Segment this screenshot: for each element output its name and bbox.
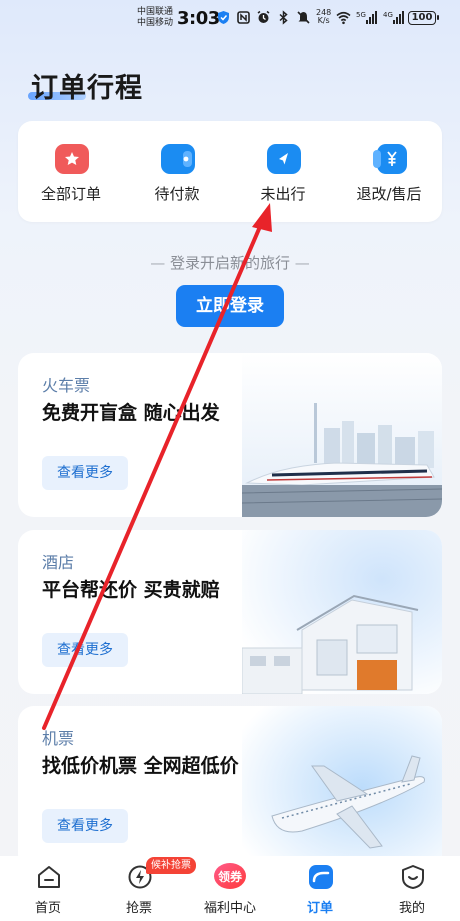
nfc-icon	[236, 10, 251, 25]
nav-home[interactable]: 首页	[2, 856, 94, 921]
hint-dash-right: —	[294, 254, 310, 272]
alarm-icon	[256, 10, 271, 25]
battery-indicator: 100	[408, 11, 439, 25]
signal-1-label: 5G	[356, 11, 366, 19]
login-hint-text: 登录开启新的旅行	[169, 254, 290, 272]
login-hint: — 登录开启新的旅行 —	[0, 252, 460, 273]
hotel-illustration	[241, 530, 442, 694]
refund-change-icon	[373, 144, 407, 174]
airplane-illustration	[242, 706, 442, 870]
flight-slogan: 找低价机票 全网超低价	[42, 755, 239, 777]
order-icon	[308, 864, 334, 890]
signal-5g-icon: 5G	[356, 10, 378, 25]
signal-4g-icon: 4G	[383, 10, 405, 25]
all-orders-icon	[55, 144, 89, 174]
signal-2-label: 4G	[383, 11, 393, 19]
nav-grab-ticket-label: 抢票	[125, 901, 152, 916]
all-orders-label: 全部订单	[40, 185, 101, 203]
status-time: 3:03	[177, 8, 220, 29]
home-icon	[36, 864, 62, 890]
profile-icon	[400, 864, 426, 890]
carrier-1: 中国联通	[137, 7, 174, 17]
grab-ticket-badge: 候补抢票	[146, 857, 196, 874]
shield-icon	[216, 10, 231, 25]
hotel-slogan: 平台帮还价 买贵就赔	[42, 579, 220, 601]
carrier-2: 中国移动	[137, 18, 174, 28]
nav-welfare-center-label: 福利中心	[203, 901, 256, 916]
nav-home-label: 首页	[34, 901, 61, 916]
carrier-names: 中国联通 中国移动	[137, 7, 173, 29]
mute-icon	[296, 10, 311, 25]
hotel-promo-card[interactable]: 酒店 平台帮还价 买贵就赔 查看更多	[18, 530, 442, 694]
status-icons: 248 K/s 5G 4G	[216, 9, 405, 25]
status-bar: 中国联通 中国移动 3:03 248 K/s 5G 4G 100	[0, 0, 460, 36]
flight-category: 机票	[42, 729, 75, 748]
wifi-icon	[336, 10, 351, 25]
nav-orders-label: 订单	[306, 901, 333, 916]
train-more-button[interactable]: 查看更多	[42, 456, 128, 490]
order-shortcuts-card: 全部订单 待付款 未出行 退改/售后	[18, 121, 442, 222]
all-orders-shortcut[interactable]: 全部订单	[18, 121, 124, 222]
bottom-nav: 首页 抢票 领券 福利中心 订单 我的	[0, 856, 460, 921]
train-illustration	[241, 353, 442, 517]
page-title: 订单行程	[31, 73, 143, 104]
nav-welfare-center[interactable]: 领券 福利中心	[184, 856, 276, 921]
flight-more-button[interactable]: 查看更多	[42, 809, 128, 843]
pending-payment-label: 待付款	[154, 185, 200, 203]
refund-change-shortcut[interactable]: 退改/售后	[336, 121, 442, 222]
pending-payment-shortcut[interactable]: 待付款	[124, 121, 230, 222]
train-slogan: 免费开盲盒 随心出发	[42, 402, 220, 424]
nav-mine-label: 我的	[398, 901, 425, 916]
nav-mine[interactable]: 我的	[366, 856, 458, 921]
hotel-category: 酒店	[42, 553, 75, 572]
coupon-icon: 领券	[213, 861, 247, 891]
not-travelled-icon	[267, 144, 301, 174]
login-button[interactable]: 立即登录	[176, 285, 284, 327]
coupon-icon-text: 领券	[218, 869, 243, 884]
hotel-more-button[interactable]: 查看更多	[42, 633, 128, 667]
pending-payment-icon	[161, 144, 195, 174]
not-travelled-shortcut[interactable]: 未出行	[230, 121, 336, 222]
flight-promo-card[interactable]: 机票 找低价机票 全网超低价 查看更多	[18, 706, 442, 870]
refund-change-label: 退改/售后	[356, 185, 422, 203]
hint-dash-left: —	[150, 254, 166, 272]
bluetooth-icon	[276, 9, 291, 25]
network-speed: 248 K/s	[316, 8, 332, 25]
train-promo-card[interactable]: 火车票 免费开盲盒 随心出发 查看更多	[18, 353, 442, 517]
not-travelled-label: 未出行	[260, 185, 306, 203]
nav-orders[interactable]: 订单	[274, 856, 366, 921]
train-category: 火车票	[42, 376, 91, 395]
